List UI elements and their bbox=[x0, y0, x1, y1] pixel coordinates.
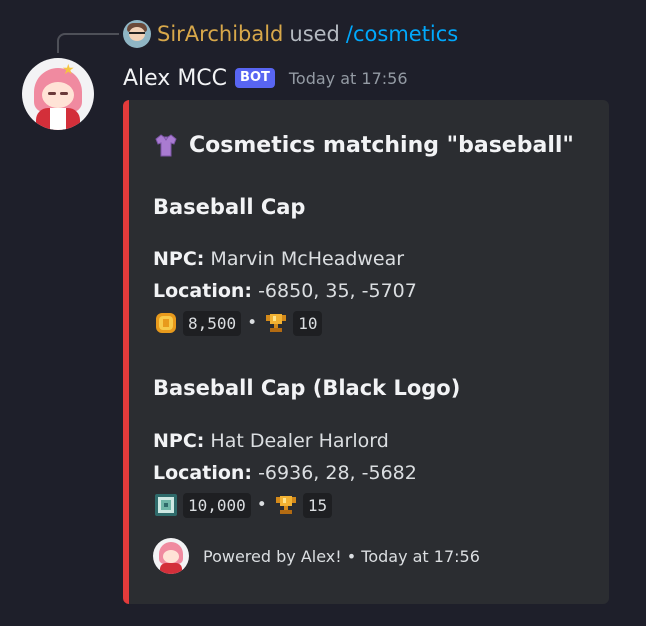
bot-avatar[interactable]: ★ bbox=[22, 58, 94, 130]
separator: • bbox=[256, 495, 267, 515]
command-used-text: used bbox=[289, 22, 340, 46]
item-name: Baseball Cap bbox=[153, 195, 306, 219]
embed-footer: Powered by Alex! • Today at 17:56 bbox=[153, 538, 480, 574]
command-usage: SirArchibald used /cosmetics bbox=[123, 20, 458, 48]
npc-label: NPC: bbox=[153, 248, 205, 270]
trophy-value: 10 bbox=[293, 310, 323, 336]
reply-connector bbox=[57, 33, 119, 53]
separator: • bbox=[247, 313, 258, 333]
embed-title-text: Cosmetics matching "baseball" bbox=[189, 132, 574, 158]
trophy-icon bbox=[275, 496, 296, 514]
item-npc: NPC: Marvin McHeadwear bbox=[153, 248, 404, 270]
slash-command-link[interactable]: /cosmetics bbox=[346, 22, 458, 46]
gold-coin-icon bbox=[156, 313, 176, 333]
trophy-value: 15 bbox=[302, 492, 333, 518]
item-name: Baseball Cap (Black Logo) bbox=[153, 376, 461, 400]
embed-title: Cosmetics matching "baseball" bbox=[153, 132, 574, 158]
item-price-row: 10,000 • 15 bbox=[153, 492, 333, 518]
npc-value: Marvin McHeadwear bbox=[210, 248, 405, 270]
location-label: Location: bbox=[153, 462, 253, 484]
location-value: -6936, 28, -5682 bbox=[258, 462, 417, 484]
author-name[interactable]: Alex MCC bbox=[123, 66, 227, 91]
message-timestamp[interactable]: Today at 17:56 bbox=[289, 69, 408, 88]
command-user[interactable]: SirArchibald bbox=[157, 22, 283, 46]
item-price-row: 8,500 • 10 bbox=[153, 310, 323, 336]
price-value: 8,500 bbox=[183, 310, 242, 336]
gem-icon bbox=[155, 494, 177, 516]
command-user-avatar[interactable] bbox=[123, 20, 151, 48]
npc-value: Hat Dealer Harlord bbox=[210, 430, 389, 452]
item-location: Location: -6850, 35, -5707 bbox=[153, 280, 417, 302]
location-value: -6850, 35, -5707 bbox=[258, 280, 417, 302]
trophy-icon bbox=[266, 314, 287, 332]
star-icon: ★ bbox=[62, 62, 75, 78]
embed-card: Cosmetics matching "baseball" Baseball C… bbox=[123, 100, 609, 604]
location-label: Location: bbox=[153, 280, 253, 302]
npc-label: NPC: bbox=[153, 430, 205, 452]
item-location: Location: -6936, 28, -5682 bbox=[153, 462, 417, 484]
price-value: 10,000 bbox=[183, 492, 251, 518]
message-header: Alex MCC BOT Today at 17:56 bbox=[123, 62, 408, 94]
footer-text: Powered by Alex! • Today at 17:56 bbox=[203, 546, 480, 566]
tshirt-icon bbox=[155, 134, 177, 157]
bot-badge: BOT bbox=[235, 68, 275, 88]
item-npc: NPC: Hat Dealer Harlord bbox=[153, 430, 389, 452]
footer-avatar bbox=[153, 538, 189, 574]
